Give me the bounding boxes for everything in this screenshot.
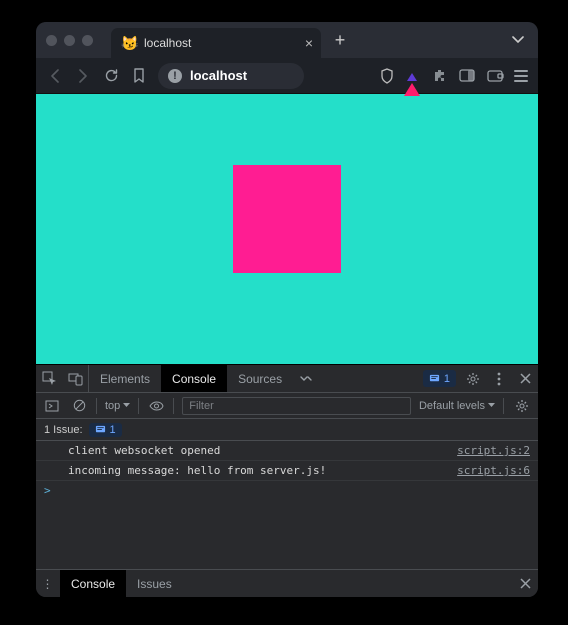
browser-window: 😼 localhost × + ! localhost	[36, 22, 538, 597]
devtools-tab-elements[interactable]: Elements	[89, 365, 161, 392]
console-settings-icon[interactable]	[512, 399, 532, 413]
minimize-window-dot[interactable]	[64, 35, 75, 46]
issues-bar[interactable]: 1 Issue: 1	[36, 419, 538, 441]
log-message: incoming message: hello from server.js!	[68, 464, 326, 477]
log-row: incoming message: hello from server.js! …	[36, 461, 538, 481]
issues-chip-count: 1	[444, 373, 450, 385]
sidebar-icon[interactable]	[458, 67, 476, 85]
log-source-link[interactable]: script.js:6	[457, 464, 530, 477]
tab-favicon: 😼	[121, 35, 137, 51]
close-window-dot[interactable]	[46, 35, 57, 46]
devtools-settings-icon[interactable]	[460, 365, 486, 392]
browser-tab[interactable]: 😼 localhost ×	[111, 28, 321, 58]
console-toolbar: top Default levels	[36, 393, 538, 419]
page-viewport	[36, 94, 538, 364]
devtools-panel: Elements Console Sources 1	[36, 364, 538, 597]
clear-console-icon[interactable]	[70, 399, 88, 412]
drawer-close-icon[interactable]	[512, 578, 538, 589]
log-source-link[interactable]: script.js:2	[457, 444, 530, 457]
address-bar[interactable]: ! localhost	[158, 63, 304, 89]
url-text: localhost	[190, 68, 247, 83]
devtools-tab-bar: Elements Console Sources 1	[36, 365, 538, 393]
window-controls	[46, 35, 93, 46]
devtools-tab-sources[interactable]: Sources	[227, 365, 293, 392]
log-levels-selector[interactable]: Default levels	[419, 400, 495, 412]
drawer-tab-issues[interactable]: Issues	[126, 570, 183, 597]
devtools-more-tabs-icon[interactable]	[293, 365, 319, 392]
reload-button[interactable]	[102, 67, 120, 85]
issues-bar-label: 1 Issue:	[44, 424, 83, 436]
tab-strip: 😼 localhost × +	[36, 22, 538, 58]
close-tab-icon[interactable]: ×	[305, 35, 313, 51]
back-button[interactable]	[46, 67, 64, 85]
console-filter-input[interactable]	[182, 397, 411, 415]
drawer-kebab-icon[interactable]: ⋮	[36, 577, 60, 591]
forward-button[interactable]	[74, 67, 92, 85]
extensions-icon[interactable]	[430, 67, 448, 85]
menu-button[interactable]	[514, 70, 528, 82]
devtools-close-icon[interactable]	[512, 365, 538, 392]
issues-chip[interactable]: 1	[423, 370, 456, 387]
issues-bar-count: 1	[110, 424, 116, 436]
log-row: client websocket opened script.js:2	[36, 441, 538, 461]
devtools-drawer: ⋮ Console Issues	[36, 569, 538, 597]
browser-toolbar: ! localhost	[36, 58, 538, 94]
tab-title: localhost	[144, 36, 191, 50]
console-sidebar-toggle-icon[interactable]	[42, 400, 62, 412]
console-output: client websocket opened script.js:2 inco…	[36, 441, 538, 569]
devtools-kebab-icon[interactable]	[486, 365, 512, 392]
console-prompt[interactable]: >	[36, 481, 538, 500]
inspect-element-icon[interactable]	[36, 365, 62, 392]
device-toolbar-icon[interactable]	[62, 365, 88, 392]
new-tab-button[interactable]: +	[329, 29, 351, 51]
site-info-icon[interactable]: !	[168, 69, 182, 83]
brave-shields-icon[interactable]	[380, 68, 394, 84]
wallet-icon[interactable]	[486, 67, 504, 85]
log-message: client websocket opened	[68, 444, 220, 457]
devtools-tab-console[interactable]: Console	[161, 365, 227, 392]
tab-overflow-button[interactable]	[512, 36, 538, 44]
live-expression-icon[interactable]	[147, 401, 165, 411]
pink-square	[233, 165, 341, 273]
brave-rewards-icon[interactable]	[404, 69, 420, 83]
drawer-tab-console[interactable]: Console	[60, 570, 126, 597]
execution-context-selector[interactable]: top	[105, 400, 130, 412]
maximize-window-dot[interactable]	[82, 35, 93, 46]
bookmark-button[interactable]	[130, 67, 148, 85]
